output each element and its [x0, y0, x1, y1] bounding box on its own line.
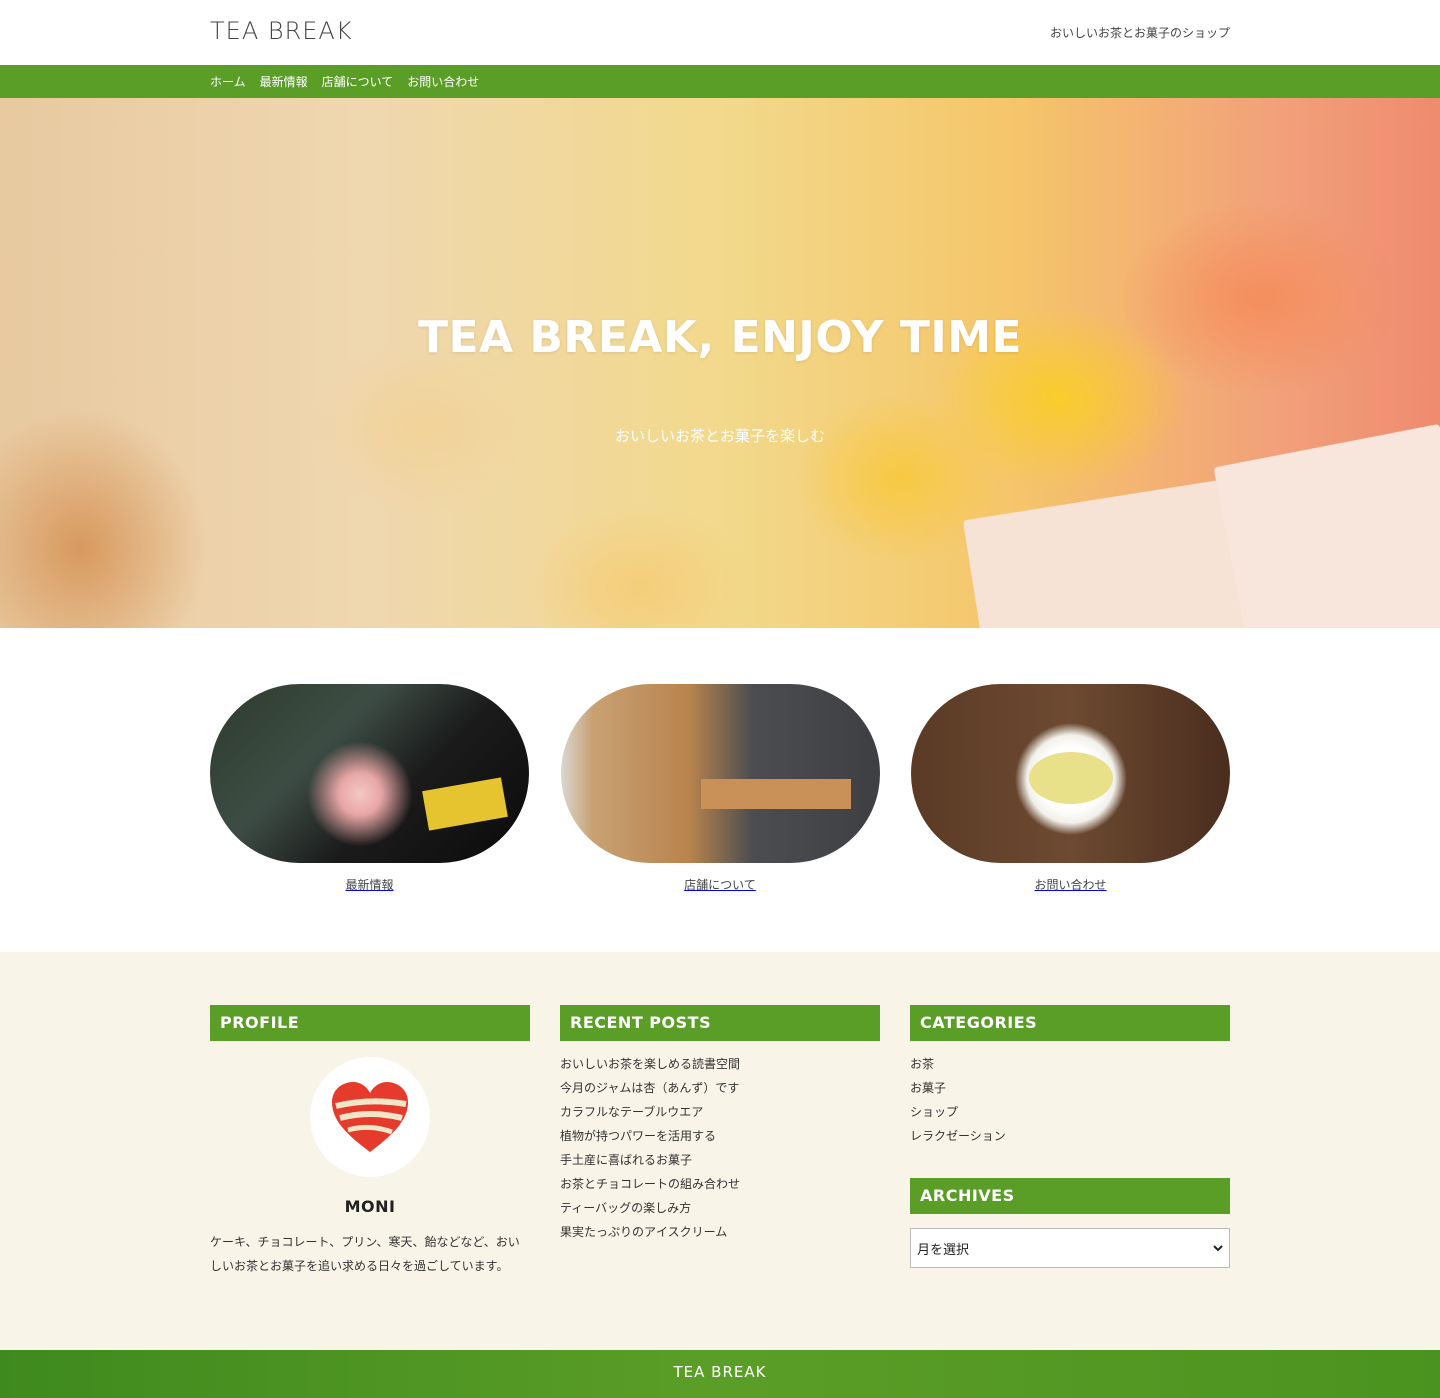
archives-month-select[interactable]: 月を選択 [910, 1228, 1230, 1268]
profile-name: MONI [344, 1197, 396, 1216]
categories-list: お茶 お菓子 ショップ レラクゼーション [910, 1052, 1230, 1148]
categories-archives-column: CATEGORIES お茶 お菓子 ショップ レラクゼーション ARCHIVES… [910, 1005, 1230, 1278]
category-link[interactable]: お茶 [910, 1052, 1230, 1076]
category-link[interactable]: レラクゼーション [910, 1124, 1230, 1148]
recent-post-link[interactable]: 果実たっぷりのアイスクリーム [560, 1220, 880, 1244]
recent-posts-widget: RECENT POSTS おいしいお茶を楽しめる読書空間 今月のジャムは杏（あん… [560, 1005, 880, 1278]
category-link[interactable]: お菓子 [910, 1076, 1230, 1100]
recent-post-link[interactable]: 手土産に喜ばれるお菓子 [560, 1148, 880, 1172]
feature-links: 最新情報 店舗について お問い合わせ [0, 628, 1440, 952]
profile-description: ケーキ、チョコレート、プリン、寒天、飴などなど、おいしいお茶とお菓子を追い求める… [210, 1235, 520, 1273]
feature-label: 店舗について [684, 878, 756, 892]
select-value: 月を選択 [917, 1242, 970, 1258]
recent-post-link[interactable]: おいしいお茶を楽しめる読書空間 [560, 1052, 880, 1076]
archives-widget: ARCHIVES 月を選択 [910, 1178, 1230, 1268]
widget-title: ARCHIVES [910, 1178, 1230, 1214]
nav-item-home[interactable]: ホーム [210, 73, 246, 90]
nav-item-contact[interactable]: お問い合わせ [407, 73, 479, 90]
recent-post-link[interactable]: カラフルなテーブルウエア [560, 1100, 880, 1124]
recent-post-link[interactable]: お茶とチョコレートの組み合わせ [560, 1172, 880, 1196]
chevron-down-icon [1213, 1245, 1223, 1252]
feature-contact[interactable]: お問い合わせ [911, 684, 1230, 893]
feature-news[interactable]: 最新情報 [210, 684, 529, 893]
category-link[interactable]: ショップ [910, 1100, 1230, 1124]
feature-label: 最新情報 [345, 878, 394, 892]
main-nav: ホーム 最新情報 店舗について お問い合わせ [0, 65, 1440, 98]
recent-post-link[interactable]: 今月のジャムは杏（あんず）です [560, 1076, 880, 1100]
widget-title: RECENT POSTS [560, 1005, 880, 1041]
teapot-image [210, 684, 529, 863]
hero-title: TEA BREAK, ENJOY TIME [417, 312, 1023, 363]
tea-cup-image [911, 684, 1230, 863]
site-header: TEA BREAK おいしいお茶とお菓子のショップ [0, 0, 1440, 65]
site-title-link[interactable]: TEA BREAK [210, 17, 353, 45]
hero-subtitle: おいしいお茶とお菓子を楽しむ [614, 427, 825, 445]
hero-banner: TEA BREAK, ENJOY TIME おいしいお茶とお菓子を楽しむ [0, 98, 1440, 628]
widget-title: PROFILE [210, 1005, 530, 1041]
recent-post-link[interactable]: ティーバッグの楽しみ方 [560, 1196, 880, 1220]
feature-about[interactable]: 店舗について [560, 684, 880, 893]
site-footer: TEA BREAK [0, 1350, 1440, 1398]
recent-post-link[interactable]: 植物が持つパワーを活用する [560, 1124, 880, 1148]
site-tagline: おいしいお茶とお菓子のショップ [1049, 26, 1230, 40]
nav-item-news[interactable]: 最新情報 [260, 73, 308, 90]
feature-label: お問い合わせ [1034, 878, 1107, 892]
heart-icon [332, 1082, 408, 1152]
widget-title: CATEGORIES [910, 1005, 1230, 1041]
widget-area: PROFILE MONI ケーキ、チョコレート、プリン、寒天、飴などなど、おいし… [0, 952, 1440, 1350]
footer-title: TEA BREAK [673, 1363, 767, 1381]
avatar [310, 1057, 430, 1177]
profile-widget: PROFILE MONI ケーキ、チョコレート、プリン、寒天、飴などなど、おいし… [210, 1005, 530, 1278]
macaron-card-decoration [1213, 423, 1440, 628]
recent-posts-list: おいしいお茶を楽しめる読書空間 今月のジャムは杏（あんず）です カラフルなテーブ… [560, 1052, 880, 1244]
nav-item-about[interactable]: 店舗について [322, 73, 394, 90]
cafe-interior-image [560, 684, 880, 863]
